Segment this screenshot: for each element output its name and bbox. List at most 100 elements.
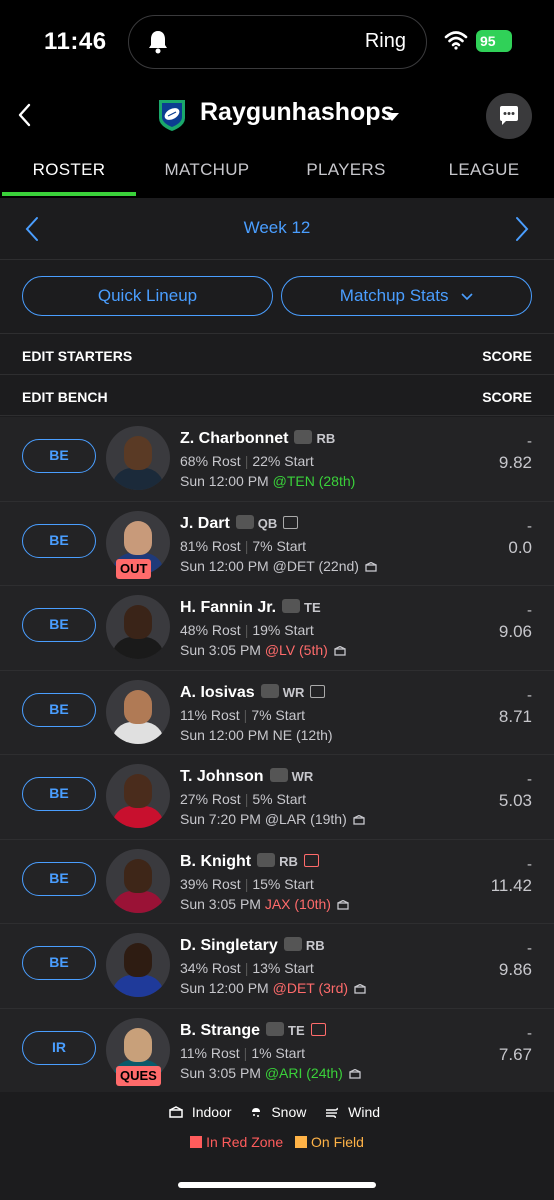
avatar-head <box>124 520 152 555</box>
game-line: Sun 12:00 PM @DET (3rd) <box>180 980 366 996</box>
tab-roster[interactable]: ROSTER <box>0 148 138 198</box>
player-row[interactable]: BE Z. Charbonnet RB 68% Rost | 22% Start Sun 1… <box>0 417 554 502</box>
slot-button[interactable]: BE <box>22 523 96 558</box>
news-icon[interactable] <box>283 515 299 529</box>
tab-label: PLAYERS <box>306 160 386 179</box>
live-indicator: - <box>527 433 532 450</box>
tab-players[interactable]: PLAYERS <box>277 148 415 198</box>
news-icon[interactable] <box>310 684 326 698</box>
slot-label: BE <box>49 531 69 548</box>
ownership-line: 27% Rost | 5% Start <box>180 791 306 807</box>
wifi-icon <box>444 31 468 50</box>
indoor-icon <box>337 899 349 910</box>
game-time: Sun 7:20 PM <box>180 811 261 827</box>
matchup-stats-button[interactable]: Matchup Stats <box>281 276 532 316</box>
chat-button[interactable] <box>486 93 532 139</box>
player-avatar[interactable] <box>106 679 170 744</box>
player-name-line[interactable]: H. Fannin Jr. TE <box>180 599 321 617</box>
avatar-head <box>124 774 152 808</box>
week-label[interactable]: Week 12 <box>0 218 554 238</box>
player-position: WR <box>282 684 305 700</box>
player-row[interactable]: IR QUES B. Strange TE 11% Rost | 1% Start Sun 3… <box>0 1008 554 1093</box>
chevron-down-icon <box>461 292 473 300</box>
slot-label: BE <box>49 616 69 632</box>
news-icon[interactable] <box>303 853 319 867</box>
player-row[interactable]: BE H. Fannin Jr. TE 48% Rost | 19% Start Sun 3… <box>0 586 554 671</box>
slot-button[interactable]: BE <box>22 692 96 727</box>
battery-icon: 95 <box>476 30 512 52</box>
live-indicator: - <box>527 517 532 535</box>
player-name: T. Johnson <box>180 768 264 785</box>
app-header: Raygunhashops <box>0 86 554 148</box>
slot-button[interactable]: BE <box>22 946 96 980</box>
projected-score: 9.86 <box>498 960 532 979</box>
started-pct: 15% Start <box>252 875 314 892</box>
news-icon[interactable] <box>310 1022 326 1036</box>
player-row[interactable]: BE OUT J. Dart QB 81% Rost | 7% Start Sun 12:00… <box>0 501 554 586</box>
player-name-line[interactable]: J. Dart QB <box>180 514 299 533</box>
projected-score: 11.42 <box>490 875 532 895</box>
player-name-line[interactable]: Z. Charbonnet RB <box>180 430 335 448</box>
dynamic-island[interactable]: Ring <box>128 15 427 69</box>
player-name-line[interactable]: D. Singletary RB <box>180 937 325 955</box>
player-row[interactable]: BE B. Knight RB 39% Rost | 15% Start Sun 3:05 … <box>0 839 554 924</box>
player-name-line[interactable]: A. Iosivas WR <box>180 683 326 702</box>
slot-button[interactable]: IR <box>22 1030 96 1065</box>
quick-lineup-label: Quick Lineup <box>97 286 198 305</box>
slot-button[interactable]: BE <box>22 608 96 642</box>
player-avatar[interactable] <box>106 933 170 997</box>
slot-button[interactable]: BE <box>22 439 96 473</box>
player-row[interactable]: BE D. Singletary RB 34% Rost | 13% Start Sun 1… <box>0 924 554 1009</box>
chevron-down-icon[interactable] <box>384 112 400 122</box>
player-name-line[interactable]: T. Johnson WR <box>180 768 313 786</box>
tab-matchup[interactable]: MATCHUP <box>138 148 276 198</box>
avatar-jersey <box>112 890 164 913</box>
rostered-pct: 11% Rost <box>180 1044 240 1061</box>
chevron-right-icon[interactable] <box>514 216 530 242</box>
avatar-head <box>124 1027 152 1062</box>
player-avatar[interactable] <box>106 595 170 659</box>
starters-section-header: EDIT STARTERS SCORE <box>0 335 554 375</box>
slot-button[interactable]: BE <box>22 777 96 811</box>
team-logo-icon <box>159 100 185 131</box>
game-line: Sun 7:20 PM @LAR (19th) <box>180 811 365 827</box>
game-line: Sun 12:00 PM @TEN (28th) <box>180 473 355 489</box>
player-avatar[interactable] <box>106 848 170 913</box>
action-buttons: Quick Lineup Matchup Stats <box>0 260 554 334</box>
matchup-stats-label: Matchup Stats <box>339 286 449 305</box>
home-indicator[interactable] <box>178 1182 376 1188</box>
player-name-line[interactable]: B. Strange TE <box>180 1021 326 1040</box>
player-avatar[interactable] <box>106 764 170 828</box>
indoor-icon <box>349 1068 361 1079</box>
legend-red-zone-label: In Red Zone <box>206 1134 284 1150</box>
avatar-jersey <box>112 721 164 744</box>
legend-wind: Wind <box>325 1104 385 1120</box>
injury-status-badge: QUES <box>116 1065 161 1086</box>
player-row[interactable]: BE A. Iosivas WR 11% Rost | 7% Start Sun 12:00… <box>0 670 554 755</box>
started-pct: 1% Start <box>251 1044 306 1061</box>
avatar-head <box>124 943 152 977</box>
giants-icon <box>283 937 302 951</box>
quick-lineup-button[interactable]: Quick Lineup <box>22 276 273 316</box>
player-position: TE <box>304 600 321 615</box>
player-name: J. Dart <box>180 514 230 532</box>
player-row[interactable]: BE T. Johnson WR 27% Rost | 5% Start Sun 7:20 … <box>0 755 554 840</box>
team-name[interactable]: Raygunhashops <box>200 98 394 127</box>
started-pct: 7% Start <box>251 706 306 723</box>
indoor-icon <box>353 815 365 825</box>
opponent: NE (12th) <box>272 726 333 743</box>
opponent: @DET (22nd) <box>272 557 359 574</box>
ownership-line: 81% Rost | 7% Start <box>180 538 306 554</box>
separator: | <box>244 622 249 638</box>
player-position: RB <box>305 938 325 953</box>
tab-league[interactable]: LEAGUE <box>415 148 553 198</box>
jaguars-icon <box>266 1021 285 1036</box>
player-avatar[interactable] <box>106 426 170 490</box>
back-icon[interactable] <box>14 100 36 130</box>
bench-section-header: EDIT BENCH SCORE <box>0 376 554 416</box>
player-name-line[interactable]: B. Knight RB <box>180 852 319 871</box>
edit-bench-link[interactable]: EDIT BENCH <box>22 389 108 405</box>
slot-button[interactable]: BE <box>22 861 96 896</box>
game-time: Sun 12:00 PM <box>180 980 269 996</box>
edit-starters-link[interactable]: EDIT STARTERS <box>22 348 132 364</box>
